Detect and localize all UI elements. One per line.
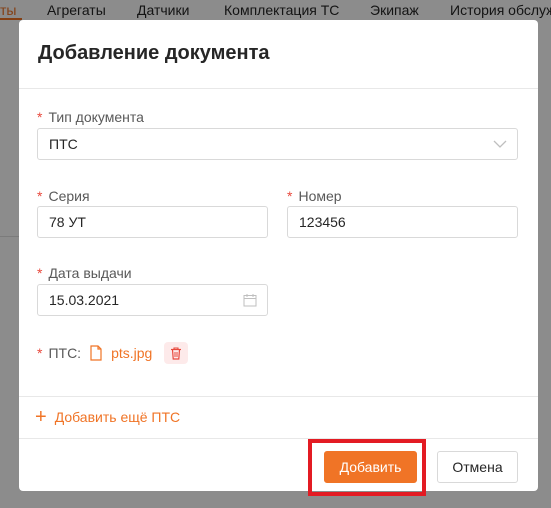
file-icon	[90, 345, 102, 361]
series-input-field[interactable]	[49, 214, 256, 230]
calendar-icon	[243, 294, 257, 307]
doc-type-value: ПТС	[49, 136, 78, 152]
issue-date-picker[interactable]: 15.03.2021	[37, 284, 268, 316]
number-label: * Номер	[287, 188, 342, 204]
required-mark: *	[37, 109, 43, 125]
footer-divider	[19, 438, 538, 439]
attachment-label: * ПТС:	[37, 345, 82, 361]
series-input[interactable]	[37, 206, 268, 238]
modal-title: Добавление документа	[38, 42, 270, 64]
add-document-modal: Добавление документа * Тип документа ПТС …	[19, 20, 538, 491]
cancel-button[interactable]: Отмена	[437, 451, 518, 483]
add-another-pts-label: Добавить ещё ПТС	[54, 409, 181, 425]
doc-type-select[interactable]: ПТС	[37, 128, 518, 160]
number-input-field[interactable]	[299, 214, 506, 230]
issue-date-label: * Дата выдачи	[37, 265, 132, 281]
plus-icon: +	[35, 406, 47, 428]
issue-date-value: 15.03.2021	[49, 292, 120, 308]
highlight-box	[308, 439, 426, 496]
doc-type-label: * Тип документа	[37, 109, 144, 125]
attachment-row: * ПТС: pts.jpg	[37, 342, 189, 364]
add-more-divider-top	[19, 396, 538, 397]
modal-header: Добавление документа	[19, 20, 538, 89]
attachment-file-link[interactable]: pts.jpg	[111, 345, 152, 361]
chevron-down-icon	[493, 140, 507, 148]
add-another-pts-button[interactable]: + Добавить ещё ПТС	[35, 406, 180, 428]
trash-icon	[171, 346, 182, 360]
number-input[interactable]	[287, 206, 518, 238]
delete-attachment-button[interactable]	[164, 342, 189, 364]
series-label: * Серия	[37, 188, 90, 204]
